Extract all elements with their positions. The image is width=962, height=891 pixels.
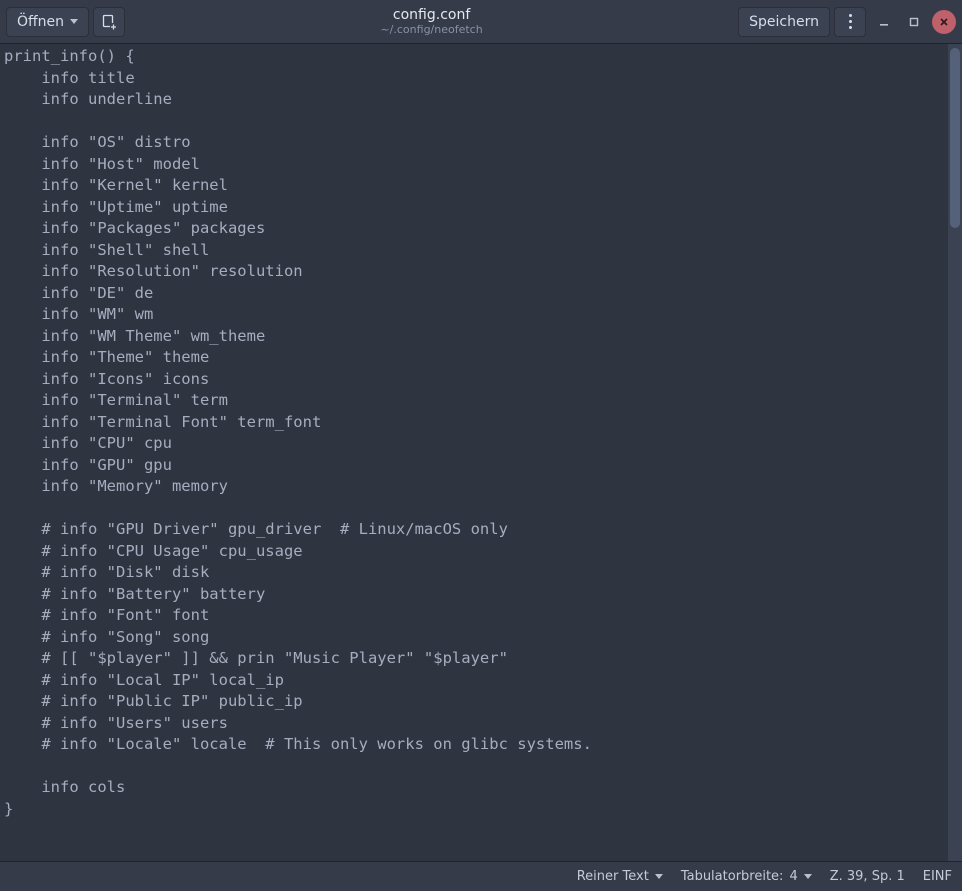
cursor-position[interactable]: Z. 39, Sp. 1 xyxy=(830,869,905,884)
header-bar: Öffnen config.conf ~/.config/neofetch Sp… xyxy=(0,0,962,44)
minimize-icon xyxy=(879,17,889,27)
open-button[interactable]: Öffnen xyxy=(6,7,89,37)
editor-area: print_info() { info title info underline… xyxy=(0,44,962,861)
minimize-button[interactable] xyxy=(872,10,896,34)
cursor-position-label: Z. 39, Sp. 1 xyxy=(830,869,905,884)
menu-button[interactable] xyxy=(834,7,866,37)
tab-width-selector[interactable]: Tabulatorbreite: 4 xyxy=(681,869,812,884)
insert-mode-label: EINF xyxy=(923,869,952,884)
chevron-down-icon xyxy=(655,874,663,879)
file-name: config.conf xyxy=(129,7,734,24)
close-icon xyxy=(939,17,949,27)
text-editor[interactable]: print_info() { info title info underline… xyxy=(0,44,948,861)
save-button[interactable]: Speichern xyxy=(738,7,830,37)
close-button[interactable] xyxy=(932,10,956,34)
chevron-down-icon xyxy=(70,19,78,24)
scrollbar[interactable] xyxy=(948,44,962,861)
title-area: config.conf ~/.config/neofetch xyxy=(129,7,734,37)
syntax-mode-label: Reiner Text xyxy=(577,869,649,884)
insert-mode-indicator[interactable]: EINF xyxy=(923,869,952,884)
scrollbar-thumb[interactable] xyxy=(950,48,960,228)
chevron-down-icon xyxy=(804,874,812,879)
tab-width-label: Tabulatorbreite: xyxy=(681,869,784,884)
new-document-icon xyxy=(101,14,117,30)
file-path: ~/.config/neofetch xyxy=(129,23,734,36)
maximize-button[interactable] xyxy=(902,10,926,34)
status-bar: Reiner Text Tabulatorbreite: 4 Z. 39, Sp… xyxy=(0,861,962,891)
maximize-icon xyxy=(909,17,919,27)
kebab-icon xyxy=(849,14,852,29)
new-tab-button[interactable] xyxy=(93,7,125,37)
open-button-label: Öffnen xyxy=(17,14,64,30)
save-button-label: Speichern xyxy=(749,14,819,30)
tab-width-value: 4 xyxy=(789,869,797,884)
syntax-mode-selector[interactable]: Reiner Text xyxy=(577,869,663,884)
